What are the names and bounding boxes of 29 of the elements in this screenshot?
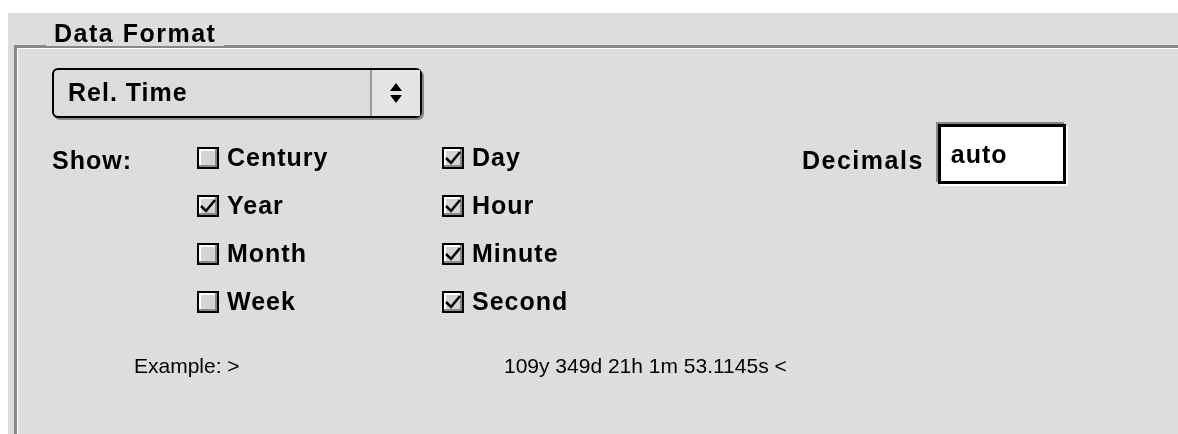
group-title: Data Format: [46, 21, 225, 46]
checkbox[interactable]: [442, 291, 464, 313]
check-icon: [199, 198, 217, 214]
checkbox-label: Century: [227, 142, 329, 174]
example-value: 109y 349d 21h 1m 53.1145s <: [504, 353, 787, 379]
checkbox[interactable]: [197, 291, 219, 313]
checkbox-label: Minute: [472, 238, 559, 270]
checkbox-label: Day: [472, 142, 521, 174]
check-icon: [444, 150, 462, 166]
checkbox-label: Month: [227, 238, 307, 270]
checkbox-label: Hour: [472, 190, 535, 222]
check-icon: [444, 198, 462, 214]
checkbox[interactable]: [442, 147, 464, 169]
checkbox-label: Week: [227, 286, 296, 318]
checkbox[interactable]: [442, 195, 464, 217]
decimals-label: Decimals: [802, 145, 924, 176]
checkbox[interactable]: [442, 243, 464, 265]
check-icon: [444, 246, 462, 262]
format-dropdown[interactable]: Rel. Time: [52, 68, 422, 118]
example-label: Example: >: [133, 353, 241, 379]
checkbox[interactable]: [197, 243, 219, 265]
checkbox[interactable]: [197, 147, 219, 169]
check-icon: [444, 294, 462, 310]
decimals-field[interactable]: auto: [937, 124, 1066, 184]
up-down-arrows-icon: [389, 82, 403, 104]
checkbox[interactable]: [197, 195, 219, 217]
checkbox-label: Year: [227, 190, 284, 222]
show-label: Show:: [52, 145, 133, 176]
checkbox-label: Second: [472, 286, 569, 318]
